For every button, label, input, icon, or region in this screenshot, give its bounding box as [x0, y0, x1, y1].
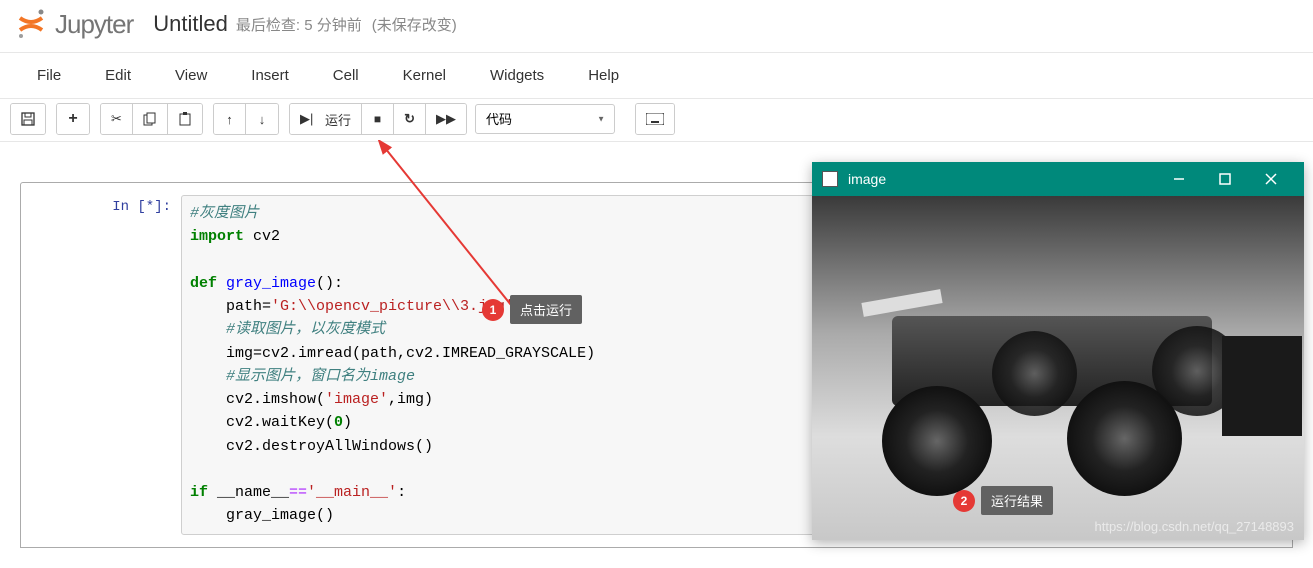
- minimize-icon: [1173, 173, 1185, 185]
- save-button[interactable]: [11, 104, 45, 134]
- annotation-badge-2: 2: [953, 490, 975, 512]
- logo-text: Jupyter: [55, 9, 133, 40]
- window-titlebar[interactable]: image: [812, 162, 1304, 196]
- window-app-icon: [822, 171, 838, 187]
- move-down-button[interactable]: ↓: [246, 104, 278, 134]
- copy-icon: [143, 112, 157, 126]
- opencv-image-window[interactable]: image https://blog.csdn.net/qq_27148893: [812, 162, 1304, 540]
- interrupt-button[interactable]: ■: [362, 104, 394, 134]
- cut-button[interactable]: ✂: [101, 104, 133, 134]
- refresh-icon: ↻: [404, 111, 415, 127]
- notebook-header: Jupyter Untitled 最后检查: 5 分钟前 (未保存改变): [0, 0, 1313, 53]
- menu-cell[interactable]: Cell: [311, 57, 381, 94]
- window-title: image: [848, 171, 1156, 187]
- checkpoint-status: 最后检查: 5 分钟前: [236, 14, 362, 35]
- robot-car-image: [842, 276, 1272, 506]
- toolbar: + ✂ ↑ ↓ ▶| 运行 ■ ↻ ▶▶ 代码: [0, 99, 1313, 142]
- watermark: https://blog.csdn.net/qq_27148893: [1095, 519, 1295, 534]
- input-prompt: In [*]:: [21, 195, 181, 535]
- command-palette-button[interactable]: [636, 104, 674, 134]
- annotation-badge-1: 1: [482, 299, 504, 321]
- paste-icon: [178, 112, 192, 126]
- minimize-button[interactable]: [1156, 162, 1202, 196]
- menu-help[interactable]: Help: [566, 57, 641, 94]
- copy-button[interactable]: [133, 104, 168, 134]
- move-up-button[interactable]: ↑: [214, 104, 246, 134]
- jupyter-icon: [15, 8, 47, 40]
- image-content: https://blog.csdn.net/qq_27148893: [812, 196, 1304, 540]
- cell-type-select[interactable]: 代码: [475, 104, 615, 134]
- paste-button[interactable]: [168, 104, 202, 134]
- maximize-icon: [1219, 173, 1231, 185]
- annotation-1: 1 点击运行: [482, 295, 582, 324]
- restart-button[interactable]: ↻: [394, 104, 426, 134]
- annotation-2: 2 运行结果: [953, 486, 1053, 515]
- insert-cell-button[interactable]: +: [57, 104, 89, 134]
- unsaved-status: (未保存改变): [372, 14, 457, 35]
- stop-icon: ■: [374, 112, 381, 126]
- menu-insert[interactable]: Insert: [229, 57, 311, 94]
- arrow-up-icon: ↑: [226, 112, 233, 127]
- fast-forward-icon: ▶▶: [436, 111, 456, 127]
- restart-run-all-button[interactable]: ▶▶: [426, 104, 466, 134]
- keyboard-icon: [646, 113, 664, 125]
- menu-view[interactable]: View: [153, 57, 229, 94]
- annotation-label-2: 运行结果: [981, 486, 1053, 515]
- menu-widgets[interactable]: Widgets: [468, 57, 566, 94]
- arrow-down-icon: ↓: [259, 112, 266, 127]
- menu-file[interactable]: File: [15, 57, 83, 94]
- run-button[interactable]: ▶| 运行: [290, 104, 362, 134]
- save-icon: [21, 112, 35, 126]
- menu-kernel[interactable]: Kernel: [381, 57, 468, 94]
- jupyter-logo[interactable]: Jupyter: [15, 8, 133, 40]
- scissors-icon: ✂: [111, 111, 122, 127]
- plus-icon: +: [68, 110, 77, 128]
- annotation-label-1: 点击运行: [510, 295, 582, 324]
- maximize-button[interactable]: [1202, 162, 1248, 196]
- menubar: File Edit View Insert Cell Kernel Widget…: [0, 53, 1313, 99]
- play-step-icon: ▶|: [300, 111, 313, 127]
- close-button[interactable]: [1248, 162, 1294, 196]
- close-icon: [1265, 173, 1277, 185]
- notebook-name[interactable]: Untitled: [153, 11, 228, 37]
- menu-edit[interactable]: Edit: [83, 57, 153, 94]
- run-label: 运行: [325, 110, 351, 129]
